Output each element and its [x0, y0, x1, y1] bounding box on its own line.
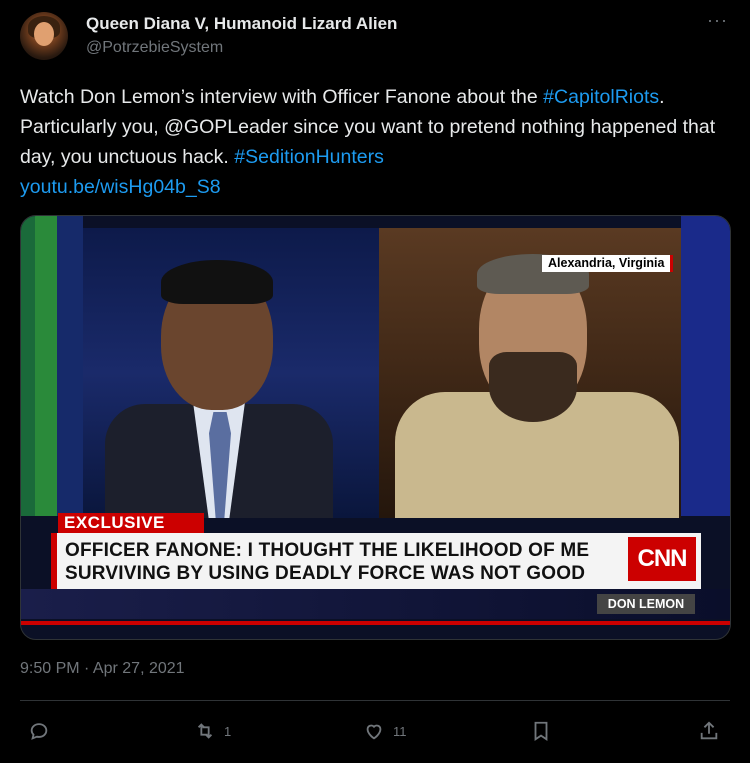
share-button[interactable] — [698, 720, 720, 742]
frame-stripe — [21, 216, 35, 516]
chyron-accent-bar — [51, 533, 57, 589]
more-options-button[interactable]: ··· — [707, 10, 728, 31]
anchor-nameplate: DON LEMON — [597, 594, 695, 614]
author-handle[interactable]: @PotrzebieSystem — [86, 39, 223, 57]
author-display-name[interactable]: Queen Diana V, Humanoid Lizard Alien — [86, 14, 397, 34]
frame-stripe — [57, 216, 83, 516]
tweet-text: Watch Don Lemon’s interview with Officer… — [20, 82, 730, 202]
tweet-card: Queen Diana V, Humanoid Lizard Alien @Po… — [0, 0, 750, 763]
like-count: 11 — [393, 723, 407, 739]
avatar[interactable] — [20, 12, 68, 60]
tweet-text-segment: Watch Don Lemon’s interview with Officer… — [20, 86, 544, 108]
divider — [20, 700, 730, 701]
chyron-line-2: SURVIVING BY USING DEADLY FORCE WAS NOT … — [65, 563, 586, 584]
share-icon — [700, 721, 718, 740]
chyron-line-1: OFFICER FANONE: I THOUGHT THE LIKELIHOOD… — [65, 540, 590, 561]
video-thumbnail[interactable]: Alexandria, Virginia EXCLUSIVE OFFICER F… — [20, 215, 731, 640]
heart-icon — [366, 724, 382, 740]
tweet-link[interactable]: youtu.be/wisHg04b_S8 — [20, 176, 221, 198]
tweet-timestamp[interactable]: 9:50 PM · Apr 27, 2021 — [20, 660, 185, 678]
progress-line — [21, 621, 730, 625]
frame-stripe — [35, 216, 57, 516]
reply-button[interactable] — [28, 720, 58, 742]
bookmark-button[interactable] — [530, 720, 552, 742]
retweet-count: 1 — [224, 723, 232, 739]
more-horizontal-icon: ··· — [707, 10, 728, 30]
cnn-logo: CNN — [628, 537, 696, 581]
tweet-link[interactable]: #SeditionHunters — [234, 146, 384, 168]
retweet-button[interactable]: 1 — [194, 720, 231, 742]
location-tag: Alexandria, Virginia — [542, 255, 674, 272]
action-bar: 1 11 — [0, 716, 750, 752]
tweet-link[interactable]: #CapitolRiots — [543, 86, 659, 108]
like-button[interactable]: 11 — [363, 720, 407, 742]
avatar-face — [34, 22, 54, 46]
chyron-headline: OFFICER FANONE: I THOUGHT THE LIKELIHOOD… — [65, 539, 589, 585]
reply-icon — [30, 723, 48, 740]
frame-stripe — [681, 216, 730, 516]
bookmark-icon — [534, 721, 548, 741]
exclusive-label: EXCLUSIVE — [58, 513, 204, 533]
retweet-icon — [197, 723, 213, 739]
anchor-hair — [161, 260, 273, 304]
guest-beard — [489, 352, 577, 422]
